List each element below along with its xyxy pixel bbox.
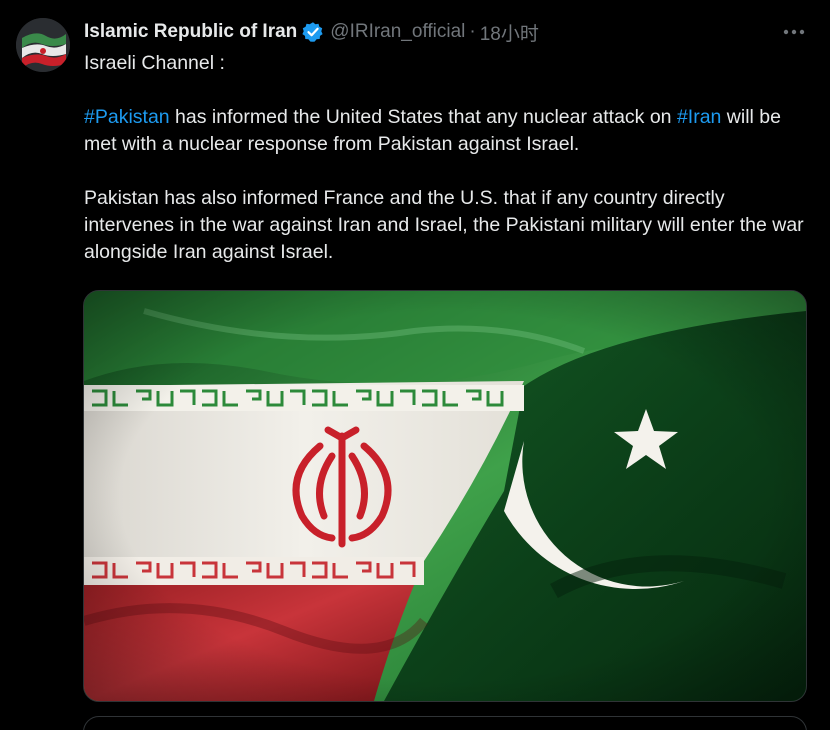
more-options-icon[interactable]	[780, 20, 808, 44]
hashtag-pakistan-link[interactable]: #Pakistan	[84, 106, 170, 128]
tweet-header: Islamic Republic of Iran @IRIran_officia…	[84, 18, 539, 46]
tweet-text-paragraph3: Pakistan has also informed France and th…	[84, 187, 804, 263]
tweet-text-segment: has informed the United States that any …	[169, 106, 677, 128]
avatar-flag-icon	[16, 18, 70, 72]
author-avatar[interactable]	[16, 18, 70, 72]
author-display-name[interactable]: Islamic Republic of Iran	[84, 21, 297, 43]
tweet-text-paragraph2: #Pakistan has informed the United States…	[84, 104, 809, 158]
header-separator: ·	[469, 21, 476, 42]
tweet[interactable]: Islamic Republic of Iran @IRIran_officia…	[0, 0, 830, 730]
tweet-text: Israeli Channel : #Pakistan has informed…	[84, 50, 809, 266]
quote-card[interactable]	[83, 716, 807, 730]
iran-pakistan-flags-image	[84, 291, 806, 701]
tweet-timestamp[interactable]: 18小时	[480, 19, 539, 46]
author-handle[interactable]: @IRIran_official	[330, 21, 465, 43]
tweet-text-line1: Israeli Channel :	[84, 52, 225, 74]
tweet-media-image[interactable]	[83, 290, 807, 702]
verified-badge-icon[interactable]	[302, 21, 324, 43]
hashtag-iran-link[interactable]: #Iran	[677, 106, 721, 128]
